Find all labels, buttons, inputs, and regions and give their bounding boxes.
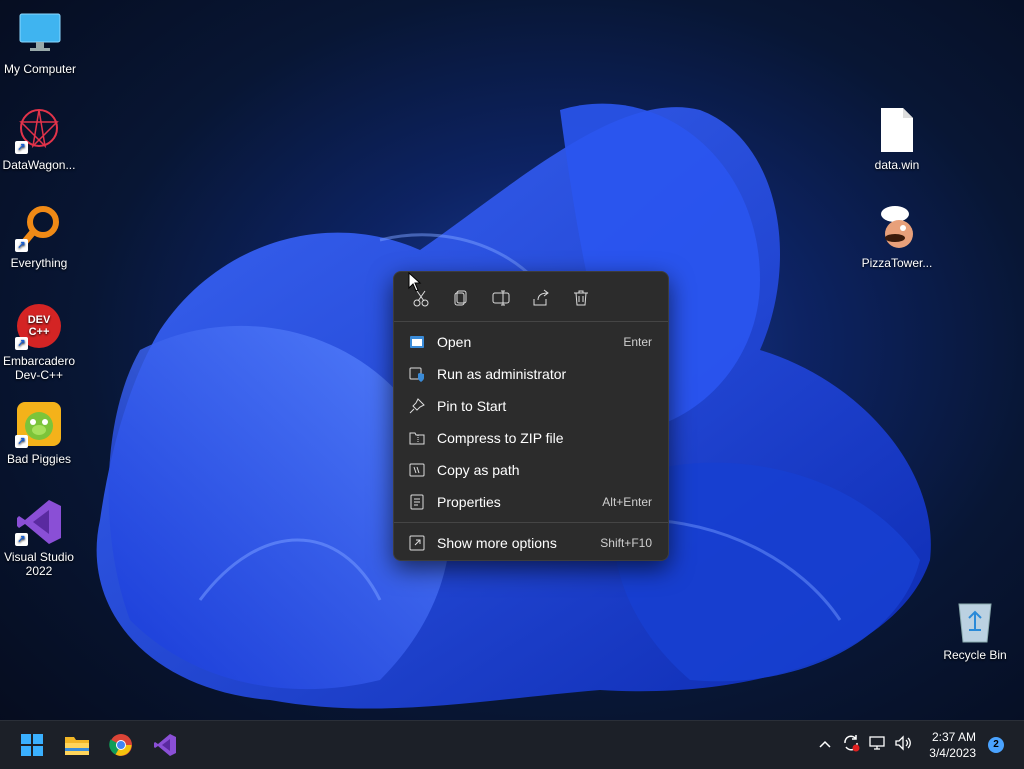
desktop-icon-bad-piggies[interactable]: ↗ Bad Piggies [0, 400, 79, 466]
desktop-icon-label: Everything [10, 256, 68, 270]
copy-icon [454, 290, 467, 306]
desktop-icon-label: Visual Studio 2022 [4, 550, 74, 578]
file-explorer-icon [65, 737, 89, 755]
zip-folder-icon [409, 430, 425, 446]
menu-item-shortcut: Shift+F10 [600, 536, 652, 550]
datawagon-icon: ↗ [15, 106, 63, 154]
chevron-up-icon[interactable] [818, 736, 832, 754]
context-menu: Open Enter Run as administrator Pin to S… [393, 271, 669, 561]
menu-divider [394, 522, 668, 523]
context-menu-toolbar [394, 272, 668, 316]
shortcut-arrow-icon: ↗ [15, 141, 28, 154]
taskbar-clock[interactable]: 2:37 AM 3/4/2023 [929, 729, 976, 761]
bad-piggies-icon: ↗ [15, 400, 63, 448]
menu-item-open[interactable]: Open Enter [394, 326, 668, 358]
copy-path-icon [409, 462, 425, 478]
sync-icon[interactable] [842, 734, 860, 757]
rename-button[interactable] [489, 286, 513, 310]
menu-item-shortcut: Alt+Enter [602, 495, 652, 509]
rename-icon [492, 290, 510, 306]
menu-item-label: Pin to Start [437, 398, 507, 414]
notification-badge[interactable]: 2 [988, 737, 1004, 753]
monitor-icon [16, 10, 64, 58]
desktop-icon-visual-studio[interactable]: ↗ Visual Studio 2022 [0, 498, 79, 578]
desktop-icon-label: DataWagon... [2, 158, 76, 172]
shortcut-arrow-icon: ↗ [15, 337, 28, 350]
devcpp-badge: DEV C++ [27, 314, 51, 338]
desktop-icon-label: PizzaTower... [861, 256, 933, 270]
menu-item-label: Show more options [437, 535, 557, 551]
desktop-icon-datawagon[interactable]: ↗ DataWagon... [0, 106, 79, 172]
desktop-icon-my-computer[interactable]: My Computer [0, 10, 80, 76]
pizza-tower-icon [873, 204, 921, 252]
desktop-icon-label: My Computer [3, 62, 77, 76]
properties-icon [409, 494, 425, 510]
menu-item-compress-zip[interactable]: Compress to ZIP file [394, 422, 668, 454]
system-tray [818, 721, 912, 769]
desktop-icon-recycle-bin[interactable]: Recycle Bin [935, 596, 1015, 662]
desktop-icon-everything[interactable]: ↗ Everything [0, 204, 79, 270]
visual-studio-icon: ↗ [15, 498, 63, 546]
menu-item-pin-to-start[interactable]: Pin to Start [394, 390, 668, 422]
more-options-icon [409, 535, 425, 551]
desktop-icon-devcpp[interactable]: DEV C++ ↗ Embarcadero Dev-C++ [0, 302, 79, 382]
menu-item-label: Properties [437, 494, 501, 510]
open-icon [409, 334, 425, 350]
menu-item-copy-as-path[interactable]: Copy as path [394, 454, 668, 486]
visual-studio-icon [154, 734, 176, 756]
taskbar-visual-studio[interactable] [149, 729, 181, 761]
desktop-icon-label: Bad Piggies [6, 452, 72, 466]
menu-item-show-more-options[interactable]: Show more options Shift+F10 [394, 527, 668, 559]
shortcut-arrow-icon: ↗ [15, 239, 28, 252]
pin-icon [409, 398, 425, 414]
menu-item-label: Open [437, 334, 472, 350]
everything-search-icon: ↗ [15, 204, 63, 252]
shield-icon [409, 366, 425, 382]
devcpp-icon: DEV C++ ↗ [15, 302, 63, 350]
shortcut-arrow-icon: ↗ [15, 533, 28, 546]
mouse-cursor-icon [408, 272, 422, 292]
menu-divider [394, 321, 668, 322]
taskbar: 2:37 AM 3/4/2023 2 [0, 720, 1024, 769]
desktop-icon-label: Recycle Bin [943, 648, 1007, 662]
desktop-icon-label: data.win [874, 158, 920, 172]
share-icon [533, 289, 549, 306]
menu-item-shortcut: Enter [623, 335, 652, 349]
shortcut-arrow-icon: ↗ [15, 435, 28, 448]
trash-icon [574, 290, 588, 306]
clock-date: 3/4/2023 [929, 746, 976, 760]
menu-item-properties[interactable]: Properties Alt+Enter [394, 486, 668, 518]
start-icon [21, 734, 43, 756]
desktop-icon-pizza-tower[interactable]: PizzaTower... [857, 204, 937, 270]
menu-item-label: Copy as path [437, 462, 520, 478]
delete-button[interactable] [569, 286, 593, 310]
taskbar-file-explorer[interactable] [61, 729, 93, 761]
menu-item-run-as-admin[interactable]: Run as administrator [394, 358, 668, 390]
share-button[interactable] [529, 286, 553, 310]
network-icon[interactable] [868, 735, 886, 756]
volume-icon[interactable] [894, 734, 912, 756]
clock-time: 2:37 AM [931, 730, 976, 744]
chrome-icon [109, 734, 132, 756]
menu-item-label: Run as administrator [437, 366, 567, 382]
menu-item-label: Compress to ZIP file [437, 430, 564, 446]
taskbar-chrome[interactable] [105, 729, 137, 761]
recycle-bin-icon [951, 596, 999, 644]
file-icon [873, 106, 921, 154]
start-button[interactable] [16, 729, 48, 761]
desktop-icon-data-win[interactable]: data.win [857, 106, 937, 172]
copy-button[interactable] [449, 286, 473, 310]
desktop-icon-label: Embarcadero Dev-C++ [2, 354, 76, 382]
